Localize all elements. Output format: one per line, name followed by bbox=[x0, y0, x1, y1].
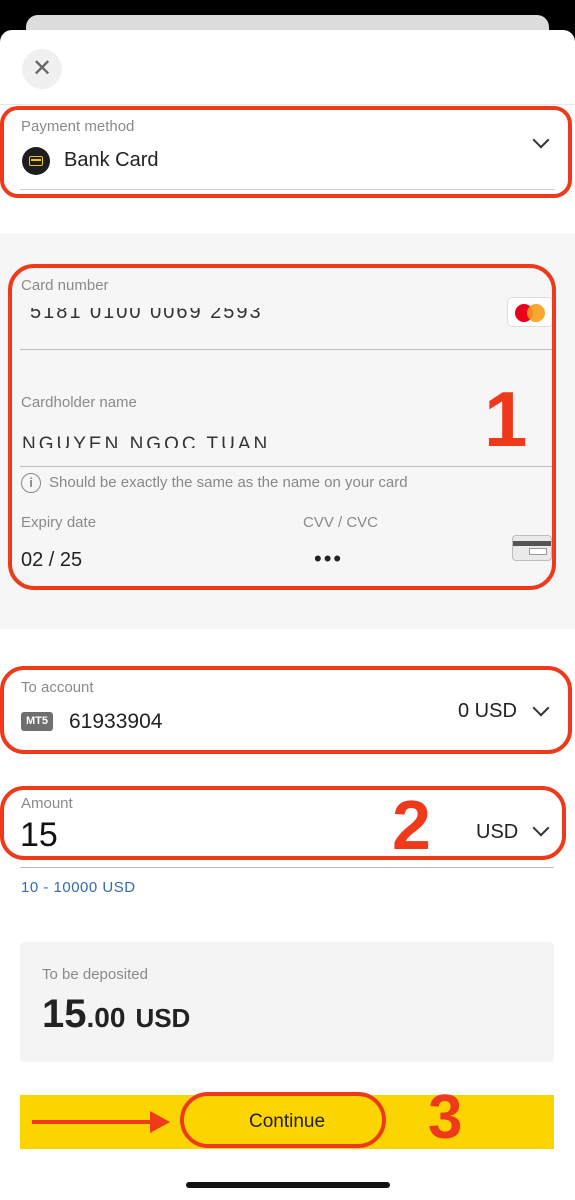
deposit-amount: 15.00 USD bbox=[42, 992, 190, 1037]
annotation-arrow bbox=[32, 1111, 170, 1133]
annotation-step-2: 2 bbox=[392, 786, 431, 864]
deposit-decimal: .00 bbox=[86, 1002, 126, 1033]
deposit-label: To be deposited bbox=[42, 966, 148, 983]
annotation-box-payment-method bbox=[0, 106, 572, 198]
annotation-box-to-account bbox=[0, 666, 572, 754]
annotation-box-card-details bbox=[8, 264, 556, 590]
amount-underline bbox=[20, 867, 554, 868]
deposit-sheet: ✕ Payment method Bank Card Card number 5… bbox=[0, 30, 575, 1200]
close-icon: ✕ bbox=[31, 55, 53, 82]
annotation-box-amount bbox=[0, 786, 566, 860]
annotation-box-continue bbox=[180, 1092, 386, 1148]
home-indicator bbox=[186, 1182, 390, 1188]
deposit-currency: USD bbox=[135, 1003, 191, 1033]
header-divider bbox=[0, 104, 575, 105]
deposit-integer: 15 bbox=[42, 992, 87, 1036]
amount-range: 10 - 10000 USD bbox=[21, 879, 136, 896]
close-button[interactable]: ✕ bbox=[22, 49, 62, 89]
annotation-step-3: 3 bbox=[428, 1083, 463, 1152]
deposit-summary: To be deposited 15.00 USD bbox=[20, 942, 554, 1062]
annotation-step-1: 1 bbox=[484, 375, 528, 463]
